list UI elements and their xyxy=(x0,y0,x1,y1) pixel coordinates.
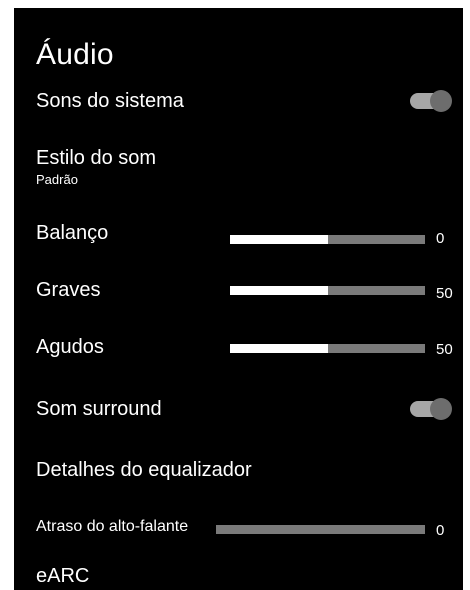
treble-slider[interactable] xyxy=(230,344,425,353)
speaker-delay-slider[interactable] xyxy=(216,525,425,534)
speaker-delay-value: 0 xyxy=(436,522,445,539)
bass-label[interactable]: Graves xyxy=(36,279,100,302)
system-sounds-toggle[interactable] xyxy=(410,90,452,112)
balance-slider-fill xyxy=(230,235,328,244)
audio-settings-panel: Áudio Sons do sistema Estilo do som Padr… xyxy=(14,8,463,590)
speaker-delay-label[interactable]: Atraso do alto-falante xyxy=(36,518,188,536)
treble-value: 50 xyxy=(436,341,453,358)
treble-slider-fill xyxy=(230,344,328,353)
system-sounds-label[interactable]: Sons do sistema xyxy=(36,90,184,113)
surround-sound-toggle[interactable] xyxy=(410,398,452,420)
sound-style-value: Padrão xyxy=(36,172,78,187)
balance-slider[interactable] xyxy=(230,235,425,244)
balance-label[interactable]: Balanço xyxy=(36,222,108,245)
bass-value: 50 xyxy=(436,285,453,302)
equalizer-details-item[interactable]: Detalhes do equalizador xyxy=(36,459,252,482)
toggle-knob xyxy=(430,398,452,420)
surround-sound-label[interactable]: Som surround xyxy=(36,398,162,421)
sound-style-label[interactable]: Estilo do som xyxy=(36,147,156,170)
balance-value: 0 xyxy=(436,230,445,247)
bass-slider-fill xyxy=(230,286,328,295)
bass-slider[interactable] xyxy=(230,286,425,295)
page-title: Áudio xyxy=(36,38,114,71)
earc-item[interactable]: eARC xyxy=(36,565,89,588)
toggle-knob xyxy=(430,90,452,112)
treble-label[interactable]: Agudos xyxy=(36,336,104,359)
